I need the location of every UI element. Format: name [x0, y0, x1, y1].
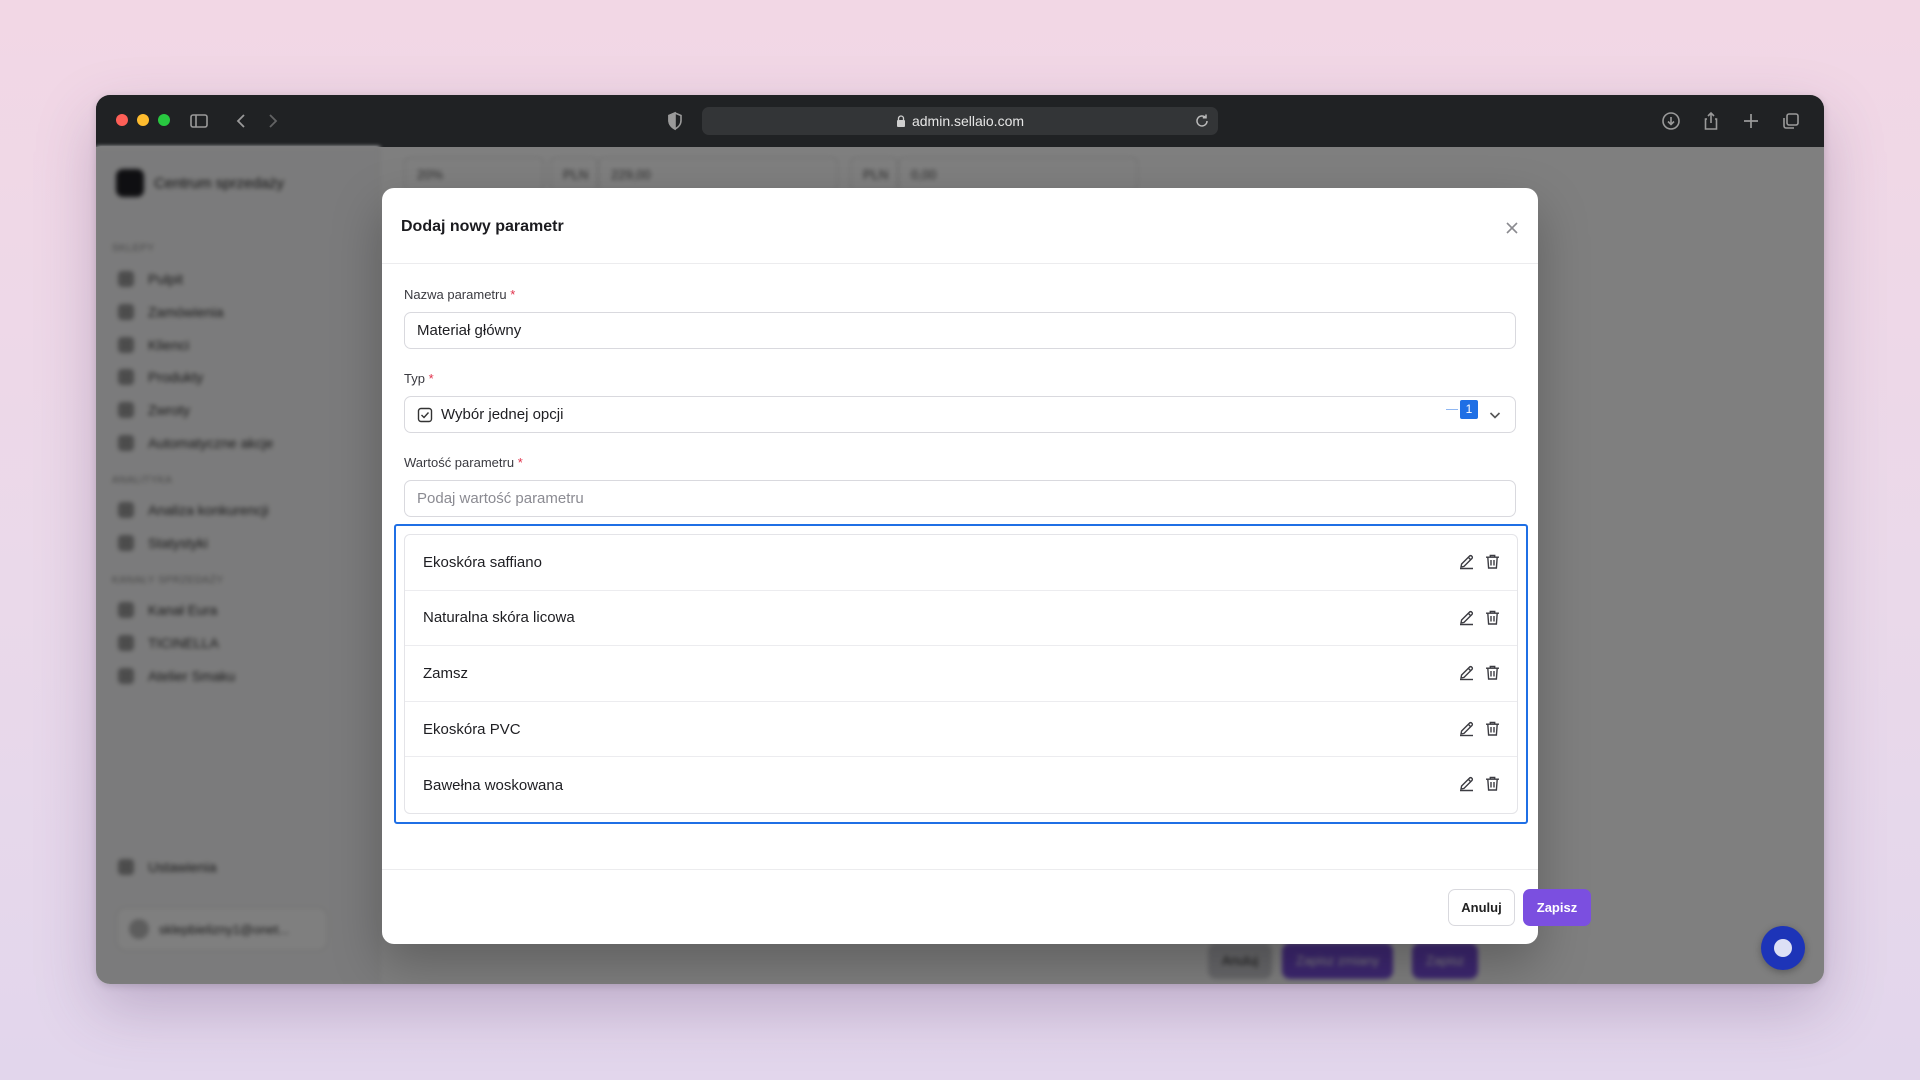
- download-icon[interactable]: [1661, 111, 1681, 131]
- zoom-window-button[interactable]: [158, 114, 170, 126]
- required-mark: *: [428, 371, 434, 386]
- label-text: Typ: [404, 371, 425, 386]
- edit-icon[interactable]: [1458, 664, 1475, 681]
- option-actions: [1458, 609, 1501, 626]
- forward-icon[interactable]: [262, 111, 282, 131]
- cancel-button[interactable]: Anuluj: [1448, 889, 1515, 926]
- type-select[interactable]: Wybór jednej opcji: [404, 396, 1516, 433]
- trash-icon[interactable]: [1484, 609, 1501, 626]
- chat-button[interactable]: [1761, 926, 1805, 970]
- dialog-title: Dodaj nowy parametr: [401, 218, 564, 235]
- required-mark: *: [517, 455, 523, 470]
- option-actions: [1458, 664, 1501, 681]
- option-row: Ekoskóra PVC: [405, 702, 1517, 758]
- option-row: Zamsz: [405, 646, 1517, 702]
- checkbox-icon: [417, 407, 433, 422]
- options-highlight: Ekoskóra saffiano Naturalna skóra licowa Z…: [394, 524, 1528, 824]
- option-actions: [1458, 720, 1501, 737]
- parameter-value-input[interactable]: [404, 480, 1516, 517]
- edit-icon[interactable]: [1458, 775, 1475, 792]
- trash-icon[interactable]: [1484, 775, 1501, 792]
- address-bar[interactable]: admin.sellaio.com: [702, 107, 1218, 135]
- parameter-name-label: Nazwa parametru *: [404, 287, 515, 302]
- dialog-footer: Anuluj Zapisz: [382, 869, 1591, 944]
- required-mark: *: [510, 287, 516, 302]
- option-row: Bawełna woskowana: [405, 757, 1517, 813]
- option-label: Naturalna skóra licowa: [423, 609, 575, 627]
- dialog-header: Dodaj nowy parametr: [382, 188, 1538, 264]
- privacy-shield-icon[interactable]: [665, 111, 685, 131]
- parameter-options-list: Ekoskóra saffiano Naturalna skóra licowa Z…: [404, 534, 1518, 814]
- option-label: Ekoskóra PVC: [423, 720, 521, 738]
- edit-icon[interactable]: [1458, 553, 1475, 570]
- label-text: Nazwa parametru: [404, 287, 507, 302]
- tab-overview-icon[interactable]: [1781, 111, 1801, 131]
- option-row: Ekoskóra saffiano: [405, 535, 1517, 591]
- close-window-button[interactable]: [116, 114, 128, 126]
- back-icon[interactable]: [232, 111, 252, 131]
- option-actions: [1458, 775, 1501, 792]
- browser-window: admin.sellaio.com Centrum sprzedaży Skle…: [96, 95, 1824, 984]
- sidebar-toggle-icon[interactable]: [189, 111, 209, 131]
- type-select-value: Wybór jednej opcji: [441, 406, 564, 423]
- lock-icon: [896, 115, 905, 127]
- option-label: Bawełna woskowana: [423, 776, 564, 794]
- minimize-window-button[interactable]: [137, 114, 149, 126]
- option-label: Zamsz: [423, 664, 468, 682]
- parameter-name-input[interactable]: [404, 312, 1516, 349]
- page-content: Centrum sprzedaży Sklepy Pulpit Zamówien…: [96, 147, 1824, 984]
- highlight-badge: 1: [1460, 400, 1478, 419]
- new-tab-icon[interactable]: [1741, 111, 1761, 131]
- trash-icon[interactable]: [1484, 553, 1501, 570]
- save-button[interactable]: Zapisz: [1523, 889, 1591, 926]
- trash-icon[interactable]: [1484, 664, 1501, 681]
- window-controls: [116, 114, 170, 126]
- option-label: Ekoskóra saffiano: [423, 553, 542, 571]
- option-row: Naturalna skóra licowa: [405, 591, 1517, 647]
- edit-icon[interactable]: [1458, 720, 1475, 737]
- option-actions: [1458, 553, 1501, 570]
- chevron-down-icon: [1489, 412, 1501, 419]
- reload-icon[interactable]: [1194, 113, 1210, 129]
- url-text: admin.sellaio.com: [911, 113, 1025, 129]
- add-parameter-dialog: Dodaj nowy parametr Nazwa parametru * Ty…: [382, 188, 1591, 944]
- label-text: Wartość parametru: [404, 455, 515, 470]
- parameter-value-label: Wartość parametru *: [404, 455, 523, 470]
- trash-icon[interactable]: [1484, 720, 1501, 737]
- close-icon[interactable]: [1502, 218, 1522, 238]
- highlight-connector: [1446, 409, 1458, 410]
- edit-icon[interactable]: [1458, 609, 1475, 626]
- type-label: Typ *: [404, 371, 434, 386]
- browser-toolbar: admin.sellaio.com: [96, 95, 1824, 147]
- share-icon[interactable]: [1701, 111, 1721, 131]
